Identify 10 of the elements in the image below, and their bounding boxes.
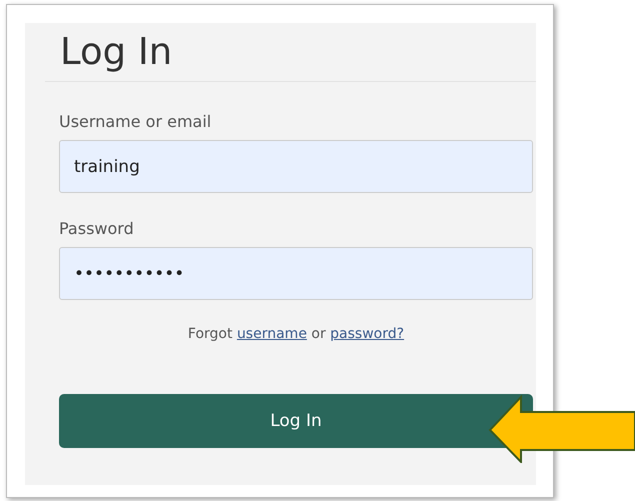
username-link[interactable]: username xyxy=(236,326,307,342)
arrow-icon xyxy=(488,395,635,463)
forgot-text: Forgot username or password? xyxy=(188,326,404,342)
page-title: Log In xyxy=(60,29,172,75)
login-button[interactable]: Log In xyxy=(59,394,533,448)
input-field[interactable]: ••••••••••• xyxy=(59,247,533,300)
input-field[interactable]: training xyxy=(59,140,533,193)
field-label: Username or email xyxy=(59,112,212,131)
password-link[interactable]: password? xyxy=(330,326,404,342)
field-label: Password xyxy=(59,219,134,238)
